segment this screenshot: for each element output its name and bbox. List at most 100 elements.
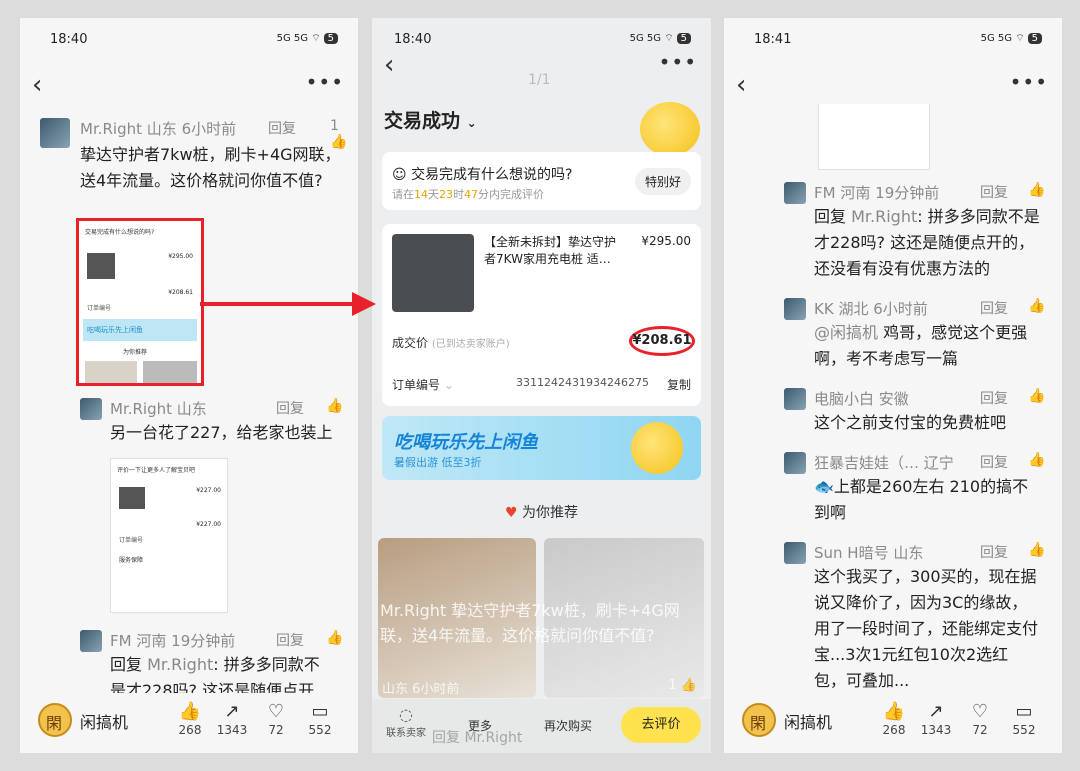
author-name[interactable]: FM [814,184,836,202]
author-name[interactable]: Sun H暗号 [814,544,889,562]
fav-count: 72 [972,723,988,737]
reply-button[interactable]: 回复 [268,118,296,138]
brand-name[interactable]: 闲搞机 [784,709,832,733]
share-stat[interactable]: ↗ 1343 [918,701,954,737]
contact-seller-button[interactable]: ◌ 联系卖家 [386,705,426,739]
author-name[interactable]: Mr.Right [110,400,172,418]
comment-count: 552 [308,723,332,737]
reply-button[interactable]: 回复 [980,452,1008,472]
reply-button[interactable]: 回复 [980,542,1008,562]
comment-stat[interactable]: ▭ 552 [302,701,338,737]
rate-good-button[interactable]: 特别好 [634,168,691,195]
comment-meta: FM 河南 19分钟前 [814,182,939,203]
bottom-bar: 闲搞机 👍268 ↗1343 ♡72 ▭552 [20,693,358,753]
comment-body: 🐟上都是260左右 210的搞不到啊 [814,477,1029,522]
like-stat[interactable]: 👍 268 [876,701,912,737]
product-title[interactable]: 【全新未拆封】挚达守护者7KW家用充电桩 适… [484,234,620,268]
order-status-title[interactable]: 交易成功 ⌄ [384,106,477,133]
avatar[interactable] [784,298,806,320]
author-name[interactable]: Mr.Right [80,120,142,138]
comment-count: 552 [1012,723,1036,737]
brand-logo[interactable] [38,703,72,737]
author-name[interactable]: 狂暴吉娃娃（… [814,454,919,472]
back-icon[interactable]: ‹ [384,50,394,80]
thumbs-up-icon[interactable]: 👍 [326,630,343,646]
comment-item: FM 河南 19分钟前 回复 👍 回复 Mr.Right: 拼多多同款不是才228吗?… [784,182,1054,292]
avatar[interactable] [80,630,102,652]
reply-button[interactable]: 回复 [980,298,1008,318]
more-icon[interactable]: ••• [306,70,344,94]
feedback-deadline: 请在14天23时47分内完成评价 [392,186,544,202]
location: 山东 [146,120,177,138]
back-icon[interactable]: ‹ [736,70,746,100]
overlay-meta: 山东 6小时前 [382,678,459,697]
status-icons: 5G 5G ⌔ 5 [277,32,338,45]
mention[interactable]: Mr.Right [147,655,213,674]
thumbs-up-icon[interactable]: 👍 [326,398,343,414]
overlay-like: 1 👍 [668,678,697,693]
thumbs-up-icon[interactable]: 👍 [1028,298,1045,314]
thumb-deal-price: ¥227.00 [196,521,221,528]
reply-button[interactable]: 回复 [276,630,304,650]
comment-text: 挚达守护者7kw桩，刷卡+4G网联，送4年流量。这价格就问你值不值? [80,145,341,190]
chat-icon: ◌ [399,705,413,724]
thumbs-up-icon: 👍 [178,701,202,722]
avatar[interactable] [784,542,806,564]
avatar[interactable] [784,182,806,204]
timestamp: 19分钟前 [875,184,940,202]
thumb-rec-image [143,361,197,383]
author-name[interactable]: KK [814,300,834,318]
overlay-reply: 回复 Mr.Right [432,727,522,747]
thumbs-up-icon[interactable]: 👍 [1028,452,1045,468]
reply-button[interactable]: 回复 [276,398,304,418]
thumbs-up-icon: 👍 [882,701,906,722]
copy-button[interactable]: 复制 [667,376,691,393]
battery-icon: 5 [676,33,691,44]
order-label: 订单编号 ⌄ [392,376,454,393]
order-label-text: 订单编号 [392,378,441,392]
more-icon[interactable]: ••• [1010,70,1048,94]
deadline-hour-unit: 时 [453,188,464,201]
avatar[interactable] [80,398,102,420]
comment-image-highlighted[interactable]: 交易完成有什么想说的吗? ¥295.00 ¥208.61 订单编号 吃喝玩乐先上… [76,218,204,386]
banner-title: 吃喝玩乐先上闲鱼 [394,432,538,453]
author-name[interactable]: FM [110,632,132,650]
rebuy-button[interactable]: 再次购买 [544,717,592,734]
share-stat[interactable]: ↗ 1343 [214,701,250,737]
like-stat[interactable]: 👍 268 [172,701,208,737]
avatar[interactable] [784,452,806,474]
thumbs-up-icon[interactable]: 👍 [1028,388,1045,404]
reply-button[interactable]: 回复 [980,388,1008,408]
thumbs-up-icon[interactable]: 👍 [1028,542,1045,558]
middle-screen: 18:40 5G 5G ⌔ 5 ‹ 1/1 ••• 交易成功 ⌄ ☺ 交易完成有什… [372,18,711,753]
brand-name[interactable]: 闲搞机 [80,709,128,733]
comment-image-partial[interactable] [818,104,930,170]
reply-button[interactable]: 回复 [980,182,1008,202]
comment-stat[interactable]: ▭ 552 [1006,701,1042,737]
location: 河南 [840,184,871,202]
promo-banner[interactable]: 吃喝玩乐先上闲鱼 暑假出游 低至3折 [382,416,701,480]
fav-stat[interactable]: ♡ 72 [258,701,294,737]
heart-icon: ♡ [267,701,285,722]
fav-stat[interactable]: ♡ 72 [962,701,998,737]
overlay-time: 6小时前 [412,682,460,697]
deal-label: 成交价 [392,336,429,350]
back-icon[interactable]: ‹ [32,70,42,100]
thumb-rec-image [85,361,137,383]
product-price: ¥295.00 [641,234,691,248]
review-button[interactable]: 去评价 [621,707,701,743]
mention[interactable]: Mr.Right [851,207,917,226]
thumb-banner: 吃喝玩乐先上闲鱼 [83,319,197,341]
more-icon[interactable]: ••• [659,50,697,74]
product-image[interactable] [392,234,474,312]
author-name[interactable]: 电脑小白 [814,390,874,408]
thumbs-up-icon[interactable]: 👍 [1028,182,1045,198]
deadline-days: 14 [414,188,428,201]
comment-item: FM 河南 19分钟前 回复 👍 回复 Mr.Right: 拼多多同款不是才22… [80,630,350,700]
brand-logo[interactable] [742,703,776,737]
comment-image[interactable]: 评价一下让更多人了解宝贝吧 ¥227.00 ¥227.00 订单编号 服务保障 [110,458,228,613]
avatar[interactable] [40,118,70,148]
mention[interactable]: @闲搞机 [814,323,878,342]
avatar[interactable] [784,388,806,410]
comment-meta: Sun H暗号 山东 [814,542,923,563]
